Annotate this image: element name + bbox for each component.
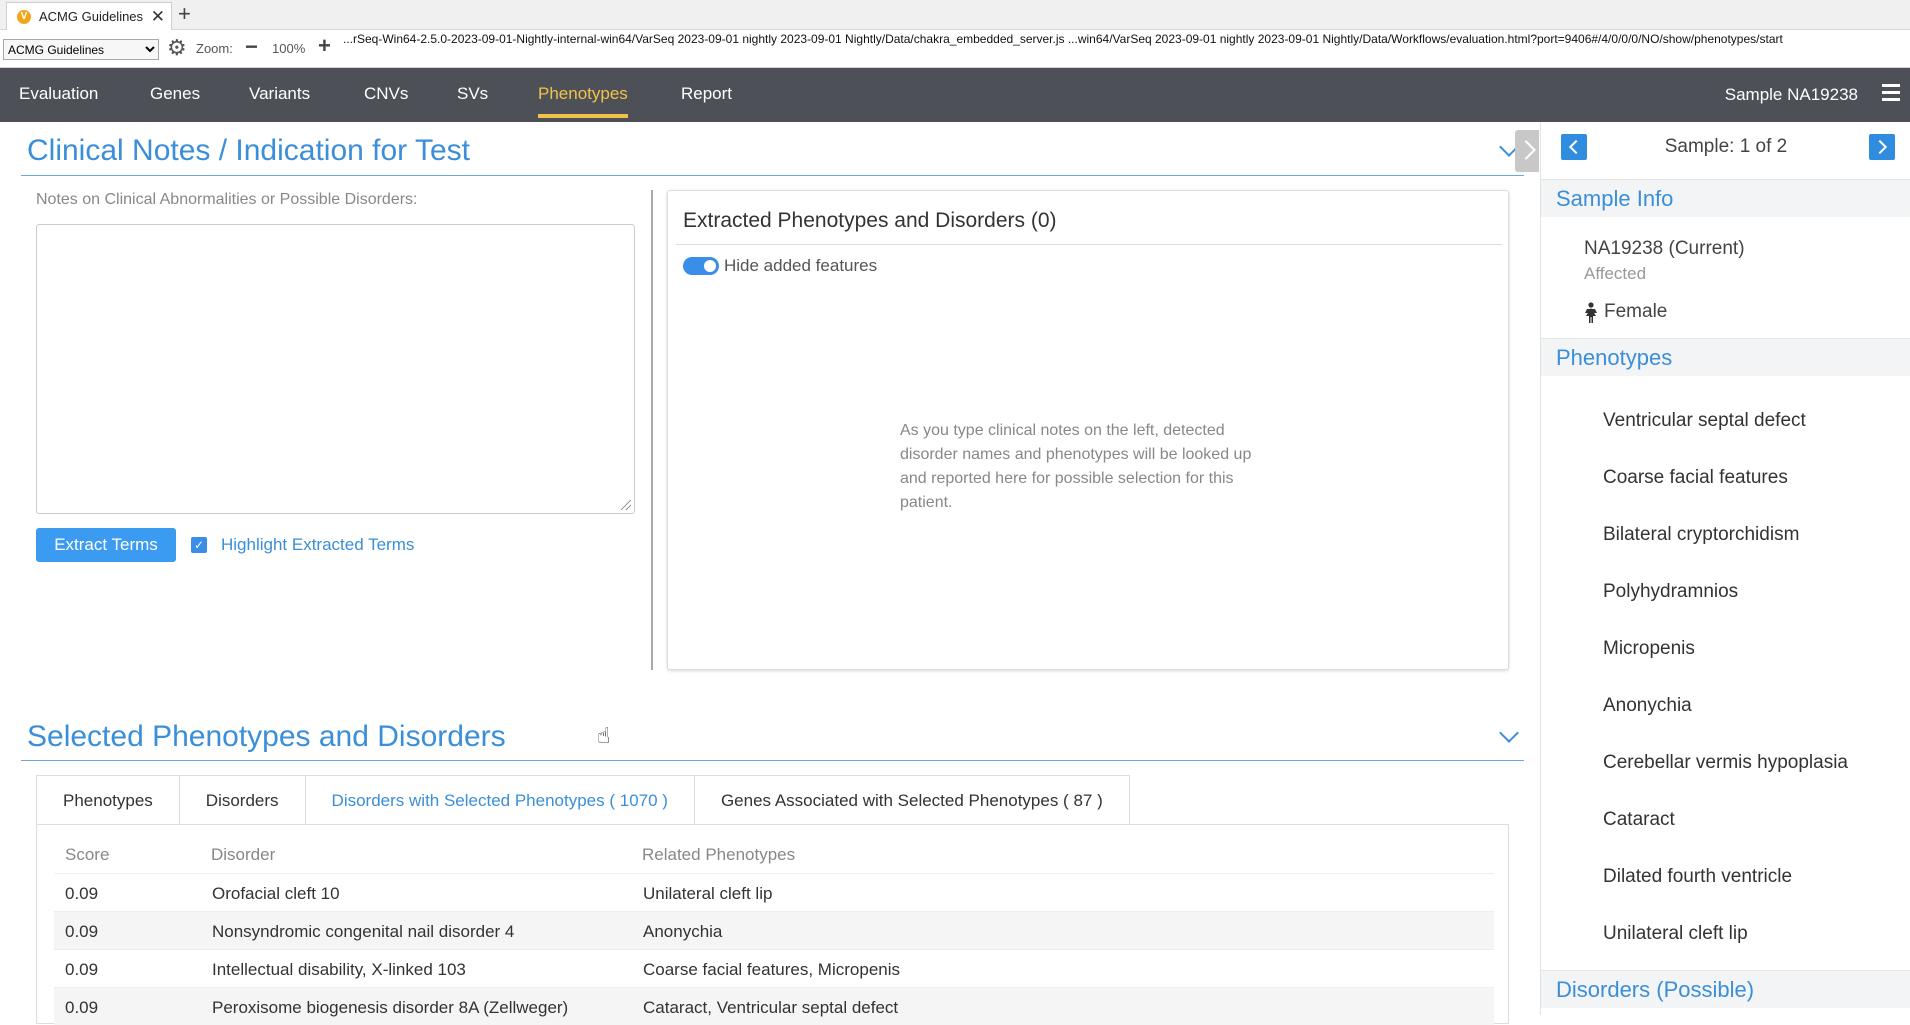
app-navbar: Evaluation Genes Variants CNVs SVs Pheno…	[0, 68, 1910, 122]
score-cell: 0.09	[65, 884, 99, 903]
notes-label: Notes on Clinical Abnormalities or Possi…	[36, 191, 418, 208]
sample-counter: Sample: 1 of 2	[1664, 136, 1788, 157]
phenotype-item[interactable]: Coarse facial features	[1603, 467, 1788, 489]
zoom-in-icon[interactable]: +	[318, 34, 331, 58]
score-cell: 0.09	[65, 960, 99, 979]
column-header-related[interactable]: Related Phenotypes	[642, 845, 795, 865]
extract-terms-button[interactable]: Extract Terms	[36, 528, 176, 562]
clinical-notes-title: Clinical Notes / Indication for Test	[27, 134, 470, 167]
resize-handle-icon[interactable]	[621, 500, 631, 510]
table-row[interactable]: 0.09 Nonsyndromic congenital nail disord…	[54, 911, 1494, 949]
workflow-selector[interactable]: ACMG Guidelines	[3, 39, 159, 60]
related-cell: Coarse facial features, Micropenis	[643, 960, 901, 979]
hide-added-label: Hide added features	[724, 256, 878, 275]
disorders-sidebar-title: Disorders (Possible)	[1556, 977, 1755, 1002]
phenotype-item[interactable]: Cataract	[1603, 809, 1675, 831]
sample-info-title: Sample Info	[1556, 186, 1674, 211]
close-tab-icon[interactable]: ✕	[151, 7, 165, 27]
menu-icon[interactable]	[1882, 84, 1900, 104]
collapse-sidebar-icon[interactable]	[1515, 130, 1539, 172]
related-cell: Cataract, Ventricular septal defect	[643, 998, 899, 1017]
disorder-cell: Peroxisome biogenesis disorder 8A (Zellw…	[212, 998, 569, 1017]
related-cell: Anonychia	[643, 922, 723, 941]
sample-status: Affected	[1584, 264, 1647, 283]
phenotype-item[interactable]: Anonychia	[1603, 695, 1692, 717]
current-sample-label: Sample NA19238	[1724, 85, 1858, 104]
column-header-disorder[interactable]: Disorder	[211, 845, 275, 865]
browser-tab-title: ACMG Guidelines	[39, 9, 144, 24]
disorders-table: Score Disorder Related Phenotypes 0.09 O…	[36, 824, 1509, 1025]
highlight-checkbox[interactable]: ✓	[191, 537, 207, 553]
female-icon	[1585, 302, 1597, 323]
zoom-label: Zoom:	[196, 41, 233, 56]
phenotypes-sidebar-title: Phenotypes	[1556, 345, 1673, 370]
sample-sex: Female	[1604, 301, 1668, 322]
highlight-checkbox-label[interactable]: Highlight Extracted Terms	[221, 535, 414, 555]
tab-phenotypes[interactable]: Phenotypes	[36, 775, 180, 825]
sample-info-header[interactable]: Sample Info	[1541, 179, 1910, 217]
nav-cnvs[interactable]: CNVs	[364, 68, 408, 122]
extracted-panel-title: Extracted Phenotypes and Disorders (0)	[683, 209, 1057, 232]
tab-disorders[interactable]: Disorders	[179, 775, 306, 825]
table-row[interactable]: 0.09 Intellectual disability, X-linked 1…	[54, 949, 1494, 987]
disorders-header[interactable]: Disorders (Possible)	[1541, 970, 1910, 1008]
nav-variants[interactable]: Variants	[249, 68, 310, 122]
section-divider	[21, 760, 1524, 761]
phenotype-item[interactable]: Unilateral cleft lip	[1603, 923, 1748, 945]
phenotype-item[interactable]: Dilated fourth ventricle	[1603, 866, 1792, 888]
browser-toolbar: ACMG Guidelines ⚙ Zoom: − 100% + ...rSeq…	[0, 30, 1910, 68]
tab-associated-genes[interactable]: Genes Associated with Selected Phenotype…	[694, 775, 1130, 825]
extracted-panel: Extracted Phenotypes and Disorders (0) H…	[667, 190, 1509, 670]
nav-report[interactable]: Report	[681, 68, 732, 122]
tab-disorders-with-phenotypes[interactable]: Disorders with Selected Phenotypes ( 107…	[305, 775, 695, 825]
clinical-notes-input[interactable]	[36, 224, 635, 514]
phenotype-item[interactable]: Micropenis	[1603, 638, 1695, 660]
nav-genes[interactable]: Genes	[150, 68, 200, 122]
nav-evaluation[interactable]: Evaluation	[19, 68, 98, 122]
collapse-selected-icon[interactable]	[1499, 723, 1519, 743]
phenotype-item[interactable]: Ventricular septal defect	[1603, 410, 1806, 432]
nav-svs[interactable]: SVs	[457, 68, 488, 122]
extracted-hint-text: As you type clinical notes on the left, …	[900, 422, 1252, 511]
gear-icon[interactable]: ⚙	[167, 36, 187, 60]
varseq-logo-icon: V	[17, 9, 31, 24]
panel-splitter[interactable]	[651, 190, 653, 670]
disorder-cell: Nonsyndromic congenital nail disorder 4	[212, 922, 515, 941]
table-row[interactable]: 0.09 Orofacial cleft 10 Unilateral cleft…	[54, 873, 1494, 911]
related-cell: Unilateral cleft lip	[643, 884, 773, 903]
table-row[interactable]: 0.09 Peroxisome biogenesis disorder 8A (…	[54, 987, 1494, 1025]
zoom-value: 100%	[272, 41, 306, 56]
next-sample-button[interactable]	[1869, 134, 1895, 160]
address-bar[interactable]: ...rSeq-Win64-2.5.0-2023-09-01-Nightly-i…	[343, 32, 1910, 46]
sample-sidebar: Sample: 1 of 2 Sample Info NA19238 (Curr…	[1540, 122, 1910, 1015]
section-divider	[21, 175, 1524, 176]
phenotype-item[interactable]: Polyhydramnios	[1603, 581, 1738, 603]
nav-phenotypes[interactable]: Phenotypes	[538, 68, 628, 122]
phenotype-item[interactable]: Bilateral cryptorchidism	[1603, 524, 1799, 546]
selected-tabs: Phenotypes Disorders Disorders with Sele…	[36, 775, 1130, 825]
disorder-cell: Orofacial cleft 10	[212, 884, 340, 903]
browser-tab[interactable]: V ACMG Guidelines ✕	[6, 2, 172, 30]
browser-tabbar: V ACMG Guidelines ✕ +	[0, 0, 1910, 30]
zoom-out-icon[interactable]: −	[245, 35, 258, 59]
sample-name: NA19238 (Current)	[1584, 238, 1745, 259]
selected-phenotypes-title: Selected Phenotypes and Disorders	[27, 720, 506, 753]
score-cell: 0.09	[65, 922, 99, 941]
score-cell: 0.09	[65, 998, 99, 1017]
phenotypes-header[interactable]: Phenotypes	[1541, 338, 1910, 376]
new-tab-icon[interactable]: +	[178, 3, 191, 25]
hide-added-toggle[interactable]	[683, 257, 719, 275]
pointer-cursor-icon: ☝	[597, 723, 611, 748]
phenotype-item[interactable]: Cerebellar vermis hypoplasia	[1603, 752, 1848, 774]
panel-divider	[676, 244, 1502, 245]
disorder-cell: Intellectual disability, X-linked 103	[212, 960, 466, 979]
column-header-score[interactable]: Score	[65, 845, 109, 865]
